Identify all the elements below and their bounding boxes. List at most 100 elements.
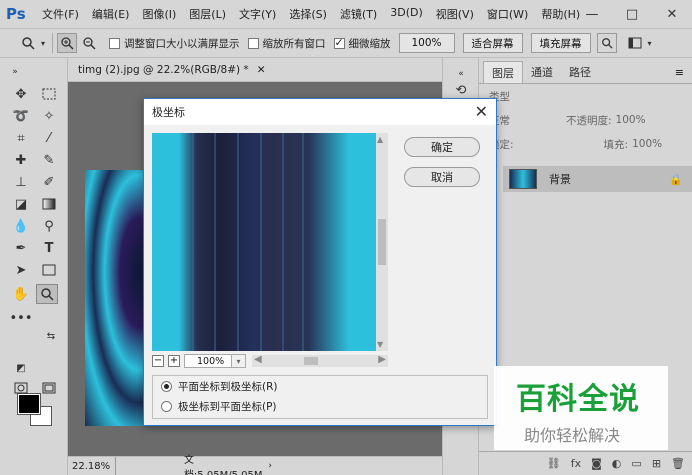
chevron-down-icon[interactable]: ▾ [38,33,48,53]
cancel-button[interactable]: 取消 [404,167,480,187]
eraser-tool-icon[interactable]: ◪ [10,194,32,214]
dodge-tool-icon[interactable]: ⚲ [38,216,60,236]
radio-button[interactable] [161,400,172,412]
preview-zoom-out-button[interactable]: − [152,355,164,367]
lasso-tool-icon[interactable]: ➰ [10,106,32,126]
scroll-right-icon[interactable]: ▶ [378,354,386,365]
workspace-icon[interactable] [625,33,645,53]
layer-name: 背景 [549,173,571,186]
close-window-button[interactable]: ✕ [652,7,692,22]
tab-channels[interactable]: 通道 [523,61,561,83]
preview-zoom-in-button[interactable]: + [168,355,180,367]
checkbox-label: 缩放所有窗口 [262,37,326,50]
radio-button-selected[interactable] [161,380,172,392]
zoom-all-checkbox[interactable]: 缩放所有窗口 [247,36,326,51]
preview-vertical-scrollbar[interactable]: ▲ ▼ [376,133,388,351]
quick-mask-icon[interactable] [10,378,32,398]
status-zoom[interactable]: 22.18% [68,457,116,475]
texture-streak [282,133,284,351]
add-mask-icon[interactable]: ◙ [591,457,602,470]
layer-filter-row[interactable]: 类型 [479,84,692,108]
opacity-value[interactable]: 100% [616,114,646,126]
trash-icon[interactable]: 🗑 [671,457,685,470]
zoom-in-button[interactable] [57,33,77,53]
menu-filter[interactable]: 滤镜(T) [340,6,377,22]
menu-type[interactable]: 文字(Y) [239,6,276,22]
menu-select[interactable]: 选择(S) [289,6,327,22]
layer-row-background[interactable]: 背景 🔒 [503,166,692,192]
marquee-tool-icon[interactable] [38,84,60,104]
zoom-out-button[interactable] [79,33,99,53]
brush-tool-icon[interactable]: ✎ [38,150,60,170]
scroll-down-icon[interactable]: ▼ [377,340,383,349]
preview-zoom-value[interactable]: 100% [184,354,232,368]
filter-preview[interactable] [152,133,376,351]
type-tool-icon[interactable]: T [38,238,60,258]
ok-button[interactable]: 确定 [404,137,480,157]
search-icon[interactable] [596,33,617,53]
tab-layers[interactable]: 图层 [483,61,523,83]
tab-paths[interactable]: 路径 [561,61,599,83]
scrubby-zoom-checkbox[interactable]: 细微缩放 [333,36,391,51]
fill-screen-button[interactable]: 填充屏幕 [530,33,591,53]
checkbox-label: 细微缩放 [348,37,391,50]
crop-tool-icon[interactable]: ⌗ [10,128,32,148]
document-tab[interactable]: timg (2).jpg @ 22.2%(RGB/8#) * ✕ [68,58,442,82]
pen-tool-icon[interactable]: ✒ [10,238,32,258]
fx-icon[interactable]: fx [571,457,581,470]
menu-window[interactable]: 窗口(W) [487,6,528,22]
more-tools-icon[interactable]: ••• [10,308,33,328]
scrollbar-thumb[interactable] [304,357,318,365]
gradient-tool-icon[interactable] [38,194,60,214]
document-image [85,170,145,426]
collapse-arrows-icon[interactable]: » [4,62,26,82]
move-tool-icon[interactable]: ✥ [10,84,32,104]
fit-screen-button[interactable]: 适合屏幕 [462,33,523,53]
status-arrow-icon[interactable]: › [268,461,272,471]
zoom-tool-preset-icon[interactable] [18,33,38,53]
default-colors-icon[interactable]: ◩ [10,358,32,378]
adjustment-layer-icon[interactable]: ◐ [612,457,622,470]
chevron-down-icon[interactable]: ▾ [645,33,655,53]
maximize-button[interactable]: □ [612,7,652,22]
history-brush-tool-icon[interactable]: ✐ [38,172,60,192]
hand-tool-icon[interactable]: ✋ [10,284,32,304]
blur-tool-icon[interactable]: 💧 [10,216,32,236]
screen-mode-icon[interactable] [38,378,60,398]
menu-view[interactable]: 视图(V) [436,6,474,22]
fill-value[interactable]: 100% [632,138,662,150]
scroll-up-icon[interactable]: ▲ [377,135,383,144]
menu-3d[interactable]: 3D(D) [390,6,423,22]
menu-layer[interactable]: 图层(L) [189,6,226,22]
zoom-value-button[interactable]: 100% [398,33,455,53]
radio-label: 极坐标到平面坐标(P) [178,400,277,413]
opacity-label: 不透明度: [566,114,612,127]
swap-colors-icon[interactable]: ⇆ [40,326,62,346]
path-selection-tool-icon[interactable]: ➤ [10,260,32,280]
menu-edit[interactable]: 编辑(E) [92,6,130,22]
history-panel-icon[interactable]: ⟲ [450,80,472,100]
group-icon[interactable]: ▭ [631,457,641,470]
minimize-button[interactable]: — [572,7,612,22]
healing-brush-tool-icon[interactable]: ✚ [10,150,32,170]
close-icon[interactable]: ✕ [475,102,488,121]
menu-file[interactable]: 文件(F) [42,6,79,22]
close-icon[interactable]: ✕ [257,64,266,76]
radio-polar-to-rect[interactable]: 极坐标到平面坐标(P) [153,396,487,416]
panel-menu-icon[interactable]: ≡ [675,66,684,79]
link-layers-icon[interactable]: ⛓ [547,457,561,470]
clone-stamp-tool-icon[interactable]: ⊥ [10,172,32,192]
eyedropper-tool-icon[interactable]: ⁄ [38,128,60,148]
scroll-left-icon[interactable]: ◀ [254,354,262,365]
watermark: 百科全说 助你轻松解决 [494,366,668,450]
new-layer-icon[interactable]: ⊞ [652,457,661,470]
preview-horizontal-scrollbar[interactable]: ◀ ▶ [252,354,388,367]
magic-wand-tool-icon[interactable]: ✧ [38,106,60,126]
zoom-tool-icon[interactable] [36,284,58,304]
radio-rect-to-polar[interactable]: 平面坐标到极坐标(R) [153,376,487,396]
scrollbar-thumb[interactable] [378,219,386,265]
fit-window-checkbox[interactable]: 调整窗口大小以满屏显示 [109,36,240,51]
rectangle-tool-icon[interactable] [38,260,60,280]
menu-image[interactable]: 图像(I) [142,6,176,22]
chevron-down-icon[interactable]: ▾ [232,354,246,368]
